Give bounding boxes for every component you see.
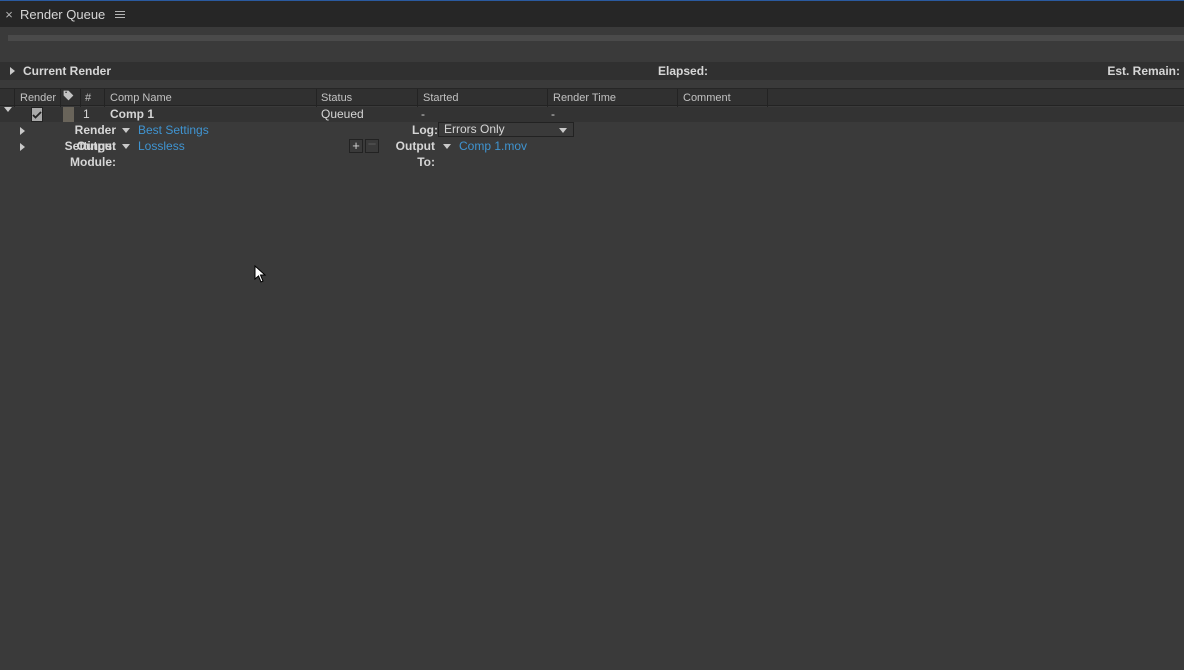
- panel-menu-icon[interactable]: [115, 11, 129, 18]
- render-settings-link[interactable]: Best Settings: [138, 122, 209, 138]
- current-render-label: Current Render: [23, 64, 111, 78]
- item-index: 1: [83, 107, 90, 122]
- chevron-down-icon[interactable]: [4, 107, 12, 122]
- current-render-bar: Current Render Elapsed: Est. Remain:: [0, 62, 1184, 80]
- panel-title: Render Queue: [20, 7, 105, 22]
- render-settings-label: Render Settings:: [36, 122, 116, 138]
- item-render-time: -: [551, 107, 555, 122]
- queue-item-row[interactable]: 1 Comp 1 Queued - -: [0, 107, 1184, 122]
- cursor-icon: [254, 265, 268, 283]
- chevron-right-icon[interactable]: [10, 67, 15, 75]
- output-module-dropdown-icon[interactable]: [122, 144, 130, 149]
- render-settings-row: Render Settings: Best Settings Log: Erro…: [0, 122, 1184, 138]
- chevron-right-icon[interactable]: [20, 143, 25, 151]
- col-comp-name[interactable]: Comp Name: [110, 89, 172, 107]
- log-value: Errors Only: [444, 122, 505, 136]
- remain-label: Est. Remain:: [1107, 64, 1180, 78]
- col-render[interactable]: Render: [20, 89, 56, 107]
- render-checkbox[interactable]: [31, 107, 43, 122]
- output-module-row: Output Module: Lossless + − Output To: C…: [0, 138, 1184, 154]
- log-label: Log:: [412, 122, 434, 138]
- col-comment[interactable]: Comment: [683, 89, 731, 107]
- log-dropdown[interactable]: Errors Only: [438, 122, 574, 137]
- close-icon[interactable]: ×: [0, 7, 18, 22]
- output-to-dropdown-icon[interactable]: [443, 144, 451, 149]
- output-to-link[interactable]: Comp 1.mov: [459, 138, 527, 154]
- chevron-down-icon: [559, 128, 567, 133]
- col-status[interactable]: Status: [321, 89, 352, 107]
- item-comp-name: Comp 1: [110, 107, 154, 122]
- render-settings-dropdown-icon[interactable]: [122, 128, 130, 133]
- col-hash[interactable]: #: [85, 89, 91, 107]
- output-module-link[interactable]: Lossless: [138, 138, 185, 154]
- chevron-right-icon[interactable]: [20, 127, 25, 135]
- item-started: -: [421, 107, 425, 122]
- col-render-time[interactable]: Render Time: [553, 89, 616, 107]
- label-color-chip[interactable]: [63, 107, 74, 122]
- output-module-label: Output Module:: [36, 138, 116, 154]
- progress-strip: [8, 35, 1184, 41]
- col-started[interactable]: Started: [423, 89, 458, 107]
- add-output-button[interactable]: +: [349, 139, 363, 153]
- elapsed-label: Elapsed:: [658, 64, 708, 78]
- panel-tab-bar: × Render Queue: [0, 1, 1184, 27]
- tag-icon[interactable]: [62, 89, 82, 107]
- panel-body: Current Render Elapsed: Est. Remain: Ren…: [0, 27, 1184, 670]
- output-to-label: Output To:: [383, 138, 435, 154]
- remove-output-button: −: [365, 139, 379, 153]
- column-header-row: Render # Comp Name Status Started Render…: [0, 88, 1184, 106]
- item-status: Queued: [321, 107, 364, 122]
